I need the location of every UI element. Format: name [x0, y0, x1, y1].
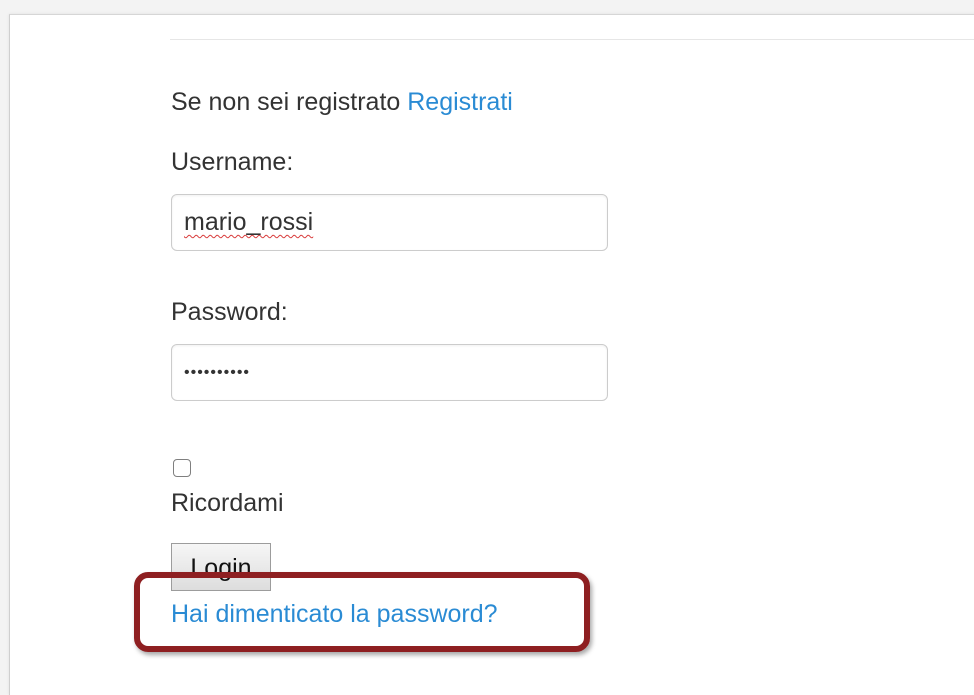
divider	[170, 39, 974, 40]
forgot-password-link[interactable]: Hai dimenticato la password?	[171, 600, 498, 629]
password-value: ••••••••••	[184, 364, 251, 381]
password-label: Password:	[171, 298, 288, 326]
register-prompt: Se non sei registrato Registrati	[171, 88, 513, 117]
password-field[interactable]: ••••••••••	[171, 344, 608, 401]
remember-me-label: Ricordami	[171, 489, 284, 517]
username-value: mario_rossi	[184, 208, 314, 236]
remember-me-checkbox[interactable]	[173, 459, 191, 477]
username-label: Username:	[171, 148, 294, 176]
username-field[interactable]: mario_rossi	[171, 194, 608, 251]
register-link[interactable]: Registrati	[407, 88, 513, 116]
register-prompt-text: Se non sei registrato	[171, 88, 401, 116]
